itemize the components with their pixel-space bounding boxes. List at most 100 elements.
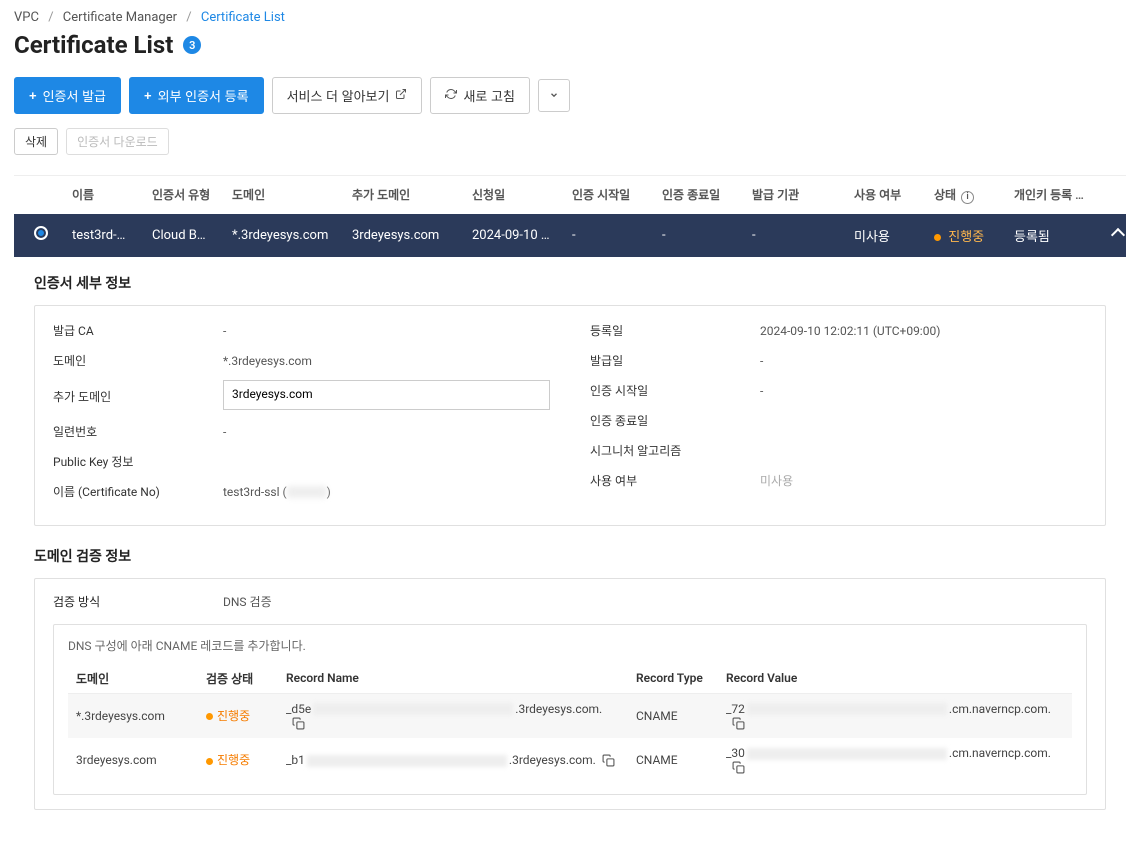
- dns-note: DNS 구성에 아래 CNAME 레코드를 추가합니다.: [68, 637, 1072, 654]
- issue-cert-button[interactable]: 인증서 발급: [14, 77, 121, 114]
- detail-extra-textarea[interactable]: [223, 380, 550, 410]
- breadcrumb-vpc[interactable]: VPC: [14, 10, 39, 25]
- table-row[interactable]: test3rd-… Cloud B… *.3rdeyesys.com 3rdey…: [14, 214, 1126, 257]
- plus-icon: [144, 88, 152, 103]
- radio-selected-icon[interactable]: [34, 226, 48, 240]
- th-type: 인증서 유형: [146, 186, 226, 203]
- learn-more-label: 서비스 더 알아보기: [287, 86, 390, 105]
- info-icon[interactable]: i: [961, 191, 974, 204]
- masked-value: [307, 755, 507, 767]
- cell-request: 2024-09-10 …: [466, 228, 566, 243]
- cell-issuer: -: [746, 228, 836, 243]
- status-dot-icon: [206, 713, 213, 720]
- breadcrumb-sep: /: [186, 10, 191, 25]
- detail-ca-value: -: [223, 324, 550, 338]
- dns-recname: _b1.3rdeyesys.com.: [278, 738, 628, 782]
- dns-th-status: 검증 상태: [198, 664, 278, 694]
- more-dropdown-button[interactable]: [538, 79, 570, 112]
- detail-start-label: 인증 시작일: [590, 382, 760, 399]
- masked-value: [313, 703, 513, 715]
- masked-value: [747, 703, 947, 715]
- cell-extra: 3rdeyesys.com: [346, 228, 466, 243]
- verify-section-title: 도메인 검증 정보: [34, 546, 1106, 566]
- breadcrumb-sep: /: [48, 10, 53, 25]
- expand-toggle[interactable]: [1098, 226, 1138, 244]
- delete-button[interactable]: 삭제: [14, 128, 58, 155]
- download-cert-button: 인증서 다운로드: [66, 128, 169, 155]
- copy-icon[interactable]: [602, 754, 615, 767]
- dns-row: *.3rdeyesys.com 진행중 _d5e.3rdeyesys.com. …: [68, 693, 1072, 738]
- status-dot-icon: [206, 758, 213, 765]
- chevron-up-icon: [1111, 228, 1125, 242]
- th-end: 인증 종료일: [656, 186, 746, 203]
- cell-usage: 미사용: [848, 226, 928, 245]
- th-issuer: 발급 기관: [746, 186, 836, 203]
- status-dot-icon: [934, 234, 941, 241]
- dns-box: DNS 구성에 아래 CNAME 레코드를 추가합니다. 도메인 검증 상태 R…: [53, 624, 1087, 796]
- cell-key: 등록됨: [1008, 226, 1098, 245]
- refresh-label: 새로 고침: [463, 86, 514, 105]
- detail-certno-label: 이름 (Certificate No): [53, 483, 223, 500]
- detail-reg-label: 등록일: [590, 322, 760, 339]
- breadcrumb-current: Certificate List: [201, 10, 285, 25]
- detail-reg-value: 2024-09-10 12:02:11 (UTC+09:00): [760, 324, 1087, 338]
- count-badge: 3: [183, 36, 201, 54]
- dns-recname: _d5e.3rdeyesys.com.: [278, 693, 628, 738]
- learn-more-button[interactable]: 서비스 더 알아보기: [272, 77, 423, 114]
- refresh-button[interactable]: 새로 고침: [430, 77, 529, 114]
- detail-sig-label: 시그니처 알고리즘: [590, 442, 760, 459]
- breadcrumb-cm[interactable]: Certificate Manager: [63, 10, 177, 25]
- dns-rectype: CNAME: [628, 693, 718, 738]
- cell-start: -: [566, 228, 656, 243]
- th-domain: 도메인: [226, 186, 346, 203]
- dns-th-recval: Record Value: [718, 664, 1072, 694]
- cell-name: test3rd-…: [66, 228, 146, 243]
- detail-pk-label: Public Key 정보: [53, 453, 223, 470]
- download-label: 인증서 다운로드: [77, 133, 158, 150]
- th-start: 인증 시작일: [566, 186, 656, 203]
- detail-issue-label: 발급일: [590, 352, 760, 369]
- detail-certno-value: test3rd-ssl (): [223, 485, 550, 499]
- verify-box: 검증 방식 DNS 검증 DNS 구성에 아래 CNAME 레코드를 추가합니다…: [34, 578, 1106, 811]
- th-extra: 추가 도메인: [346, 186, 466, 203]
- cell-status: 진행중: [928, 226, 1008, 245]
- dns-recval: _30.cm.naverncp.com.: [718, 738, 1072, 782]
- detail-ca-label: 발급 CA: [53, 322, 223, 339]
- dns-domain: *.3rdeyesys.com: [68, 693, 198, 738]
- dns-th-rectype: Record Type: [628, 664, 718, 694]
- cell-type: Cloud B…: [146, 228, 226, 243]
- breadcrumb: VPC / Certificate Manager / Certificate …: [14, 10, 1126, 25]
- verify-method-value: DNS 검증: [223, 593, 272, 610]
- th-usage: 사용 여부: [848, 186, 928, 203]
- detail-serial-label: 일련번호: [53, 423, 223, 440]
- detail-serial-value: -: [223, 425, 550, 439]
- dns-domain: 3rdeyesys.com: [68, 738, 198, 782]
- refresh-icon: [445, 88, 457, 103]
- detail-box: 발급 CA- 도메인*.3rdeyesys.com 추가 도메인 일련번호- P…: [34, 305, 1106, 526]
- detail-usage-label: 사용 여부: [590, 472, 760, 489]
- detail-issue-value: -: [760, 354, 1087, 368]
- th-key: 개인키 등록 여부: [1008, 186, 1098, 203]
- register-ext-cert-button[interactable]: 외부 인증서 등록: [129, 77, 264, 114]
- detail-extra-label: 추가 도메인: [53, 388, 223, 405]
- detail-start-value: -: [760, 384, 1087, 398]
- dns-recval: _72.cm.naverncp.com.: [718, 693, 1072, 738]
- detail-domain-value: *.3rdeyesys.com: [223, 354, 550, 368]
- chevron-down-icon: [549, 88, 559, 103]
- detail-domain-label: 도메인: [53, 352, 223, 369]
- th-status: 상태 i: [928, 186, 1008, 204]
- verify-method-label: 검증 방식: [53, 593, 223, 610]
- cell-domain: *.3rdeyesys.com: [226, 228, 346, 243]
- dns-status: 진행중: [198, 693, 278, 738]
- cell-end: -: [656, 228, 746, 243]
- copy-icon[interactable]: [732, 717, 745, 730]
- register-ext-label: 외부 인증서 등록: [158, 86, 249, 105]
- detail-usage-value: 미사용: [760, 472, 1087, 489]
- page-title: Certificate List: [14, 31, 173, 59]
- copy-icon[interactable]: [292, 717, 305, 730]
- copy-icon[interactable]: [732, 761, 745, 774]
- delete-label: 삭제: [25, 133, 47, 150]
- dns-status: 진행중: [198, 738, 278, 782]
- issue-cert-label: 인증서 발급: [43, 86, 106, 105]
- dns-row: 3rdeyesys.com 진행중 _b1.3rdeyesys.com. CNA…: [68, 738, 1072, 782]
